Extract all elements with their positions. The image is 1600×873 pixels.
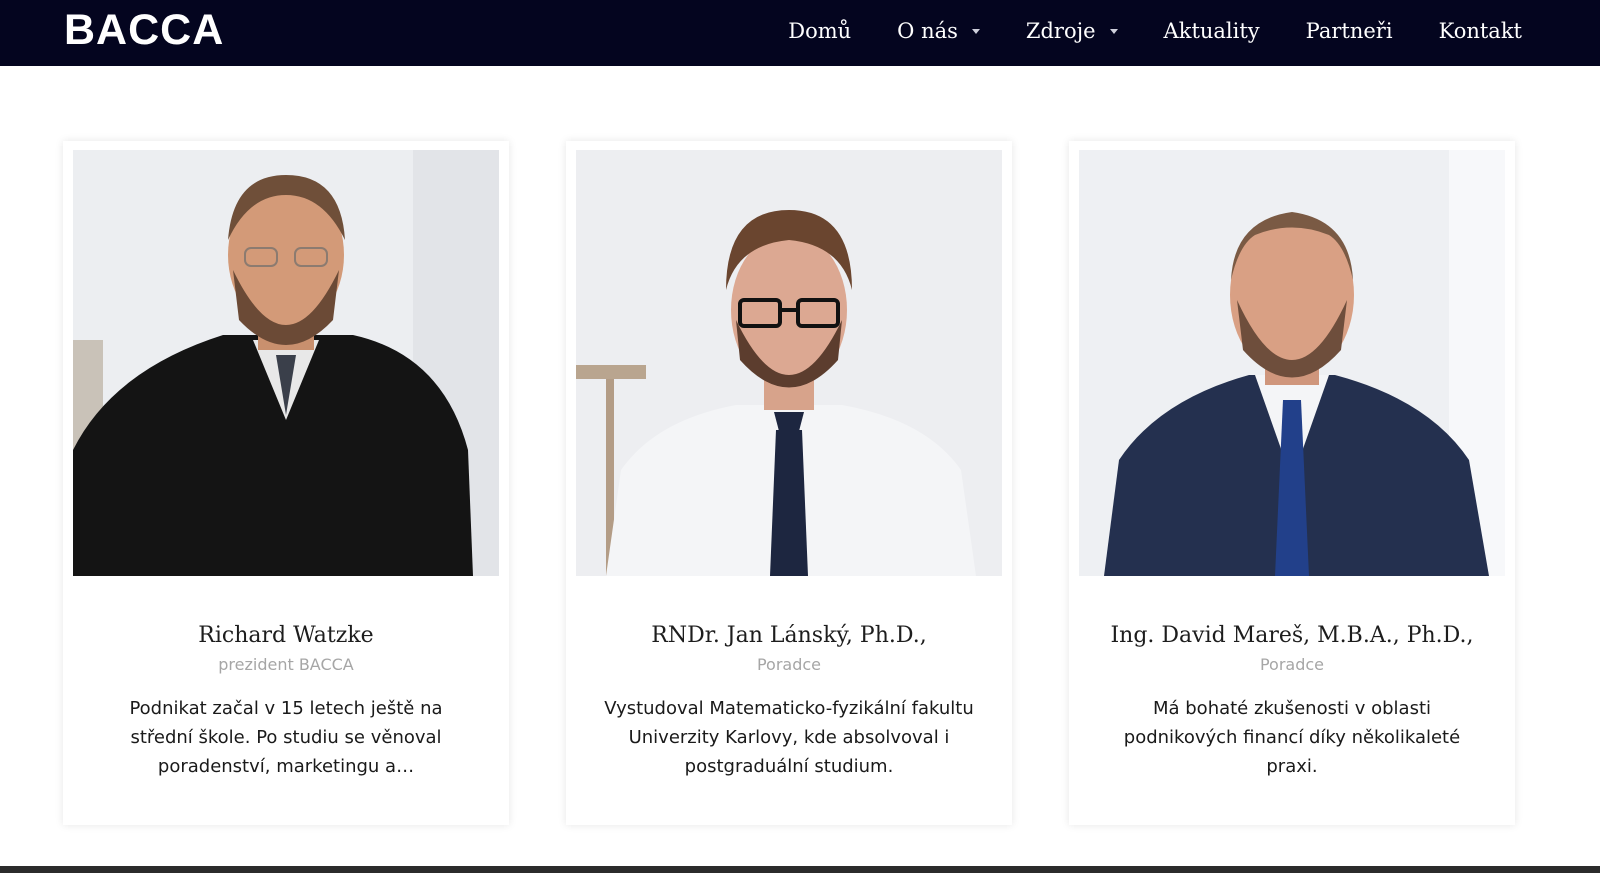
- team-card[interactable]: Ing. David Mareš, M.B.A., Ph.D., Poradce…: [1069, 141, 1515, 825]
- member-name: Richard Watzke: [198, 623, 374, 648]
- member-role: Poradce: [1259, 655, 1325, 674]
- team-card[interactable]: RNDr. Jan Lánský, Ph.D., Poradce Vystudo…: [566, 141, 1012, 825]
- member-name: Ing. David Mareš, M.B.A., Ph.D.,: [1110, 623, 1474, 648]
- portrait-photo: [1079, 150, 1505, 576]
- nav-item-partneri[interactable]: Partneři: [1306, 19, 1393, 43]
- portrait-photo: [73, 150, 499, 576]
- nav-item-label: Partneři: [1305, 19, 1393, 43]
- page-footer-edge: [0, 856, 1600, 873]
- member-bio: Má bohaté zkušenosti v oblasti podnikový…: [1123, 698, 1461, 777]
- nav-item-zdroje[interactable]: Zdroje: [1026, 19, 1118, 43]
- nav-item-domu[interactable]: Domů: [788, 19, 851, 43]
- team-cards: Richard Watzke prezident BACCA Podnikat …: [63, 141, 1515, 825]
- main-menu: Domů O nás Zdroje Aktuality Partneři Kon…: [742, 0, 1522, 62]
- nav-item-label: Domů: [788, 19, 852, 43]
- chevron-down-icon: [1109, 28, 1118, 34]
- member-role: prezident BACCA: [218, 655, 354, 674]
- nav-item-label: Aktuality: [1163, 19, 1260, 43]
- member-bio: Podnikat začal v 15 letech ještě na stře…: [129, 698, 443, 777]
- nav-item-label: O nás: [897, 19, 958, 43]
- nav-item-o-nas[interactable]: O nás: [897, 19, 980, 43]
- member-bio: Vystudoval Matematicko-fyzikální fakultu…: [604, 698, 974, 777]
- nav-item-label: Kontakt: [1438, 19, 1522, 43]
- chevron-down-icon: [971, 28, 980, 34]
- member-name: RNDr. Jan Lánský, Ph.D.,: [651, 623, 927, 648]
- team-card[interactable]: Richard Watzke prezident BACCA Podnikat …: [63, 141, 509, 825]
- bacca-logo[interactable]: BACCA: [64, 4, 224, 56]
- member-role: Poradce: [756, 655, 822, 674]
- top-navigation-bar: BACCA Domů O nás Zdroje Aktuality Partne…: [0, 0, 1600, 66]
- nav-item-kontakt[interactable]: Kontakt: [1439, 19, 1522, 43]
- nav-item-aktuality[interactable]: Aktuality: [1164, 19, 1260, 43]
- nav-item-label: Zdroje: [1025, 19, 1096, 43]
- portrait-photo: [576, 150, 1002, 576]
